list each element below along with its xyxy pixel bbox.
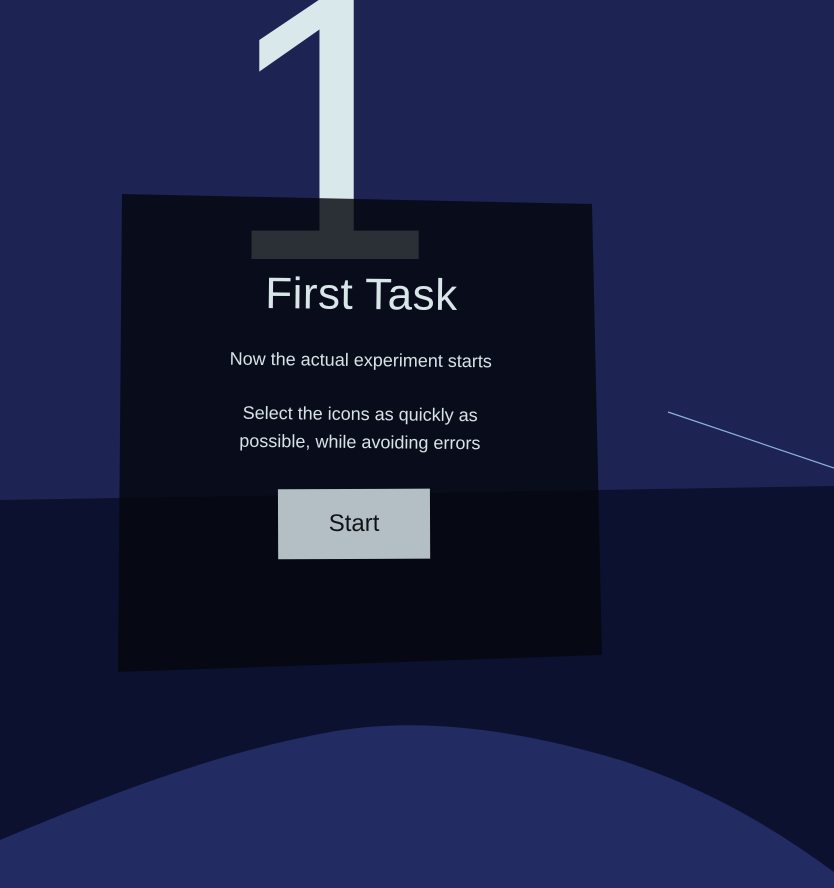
task-panel: First Task Now the actual experiment sta… <box>118 197 603 668</box>
vr-scene: 1 First Task Now the actual experiment s… <box>0 0 834 888</box>
start-button[interactable]: Start <box>277 488 431 560</box>
task-subtitle: Now the actual experiment starts <box>229 348 492 372</box>
task-instructions: Select the icons as quickly as possible,… <box>239 402 481 454</box>
task-title: First Task <box>264 269 458 321</box>
